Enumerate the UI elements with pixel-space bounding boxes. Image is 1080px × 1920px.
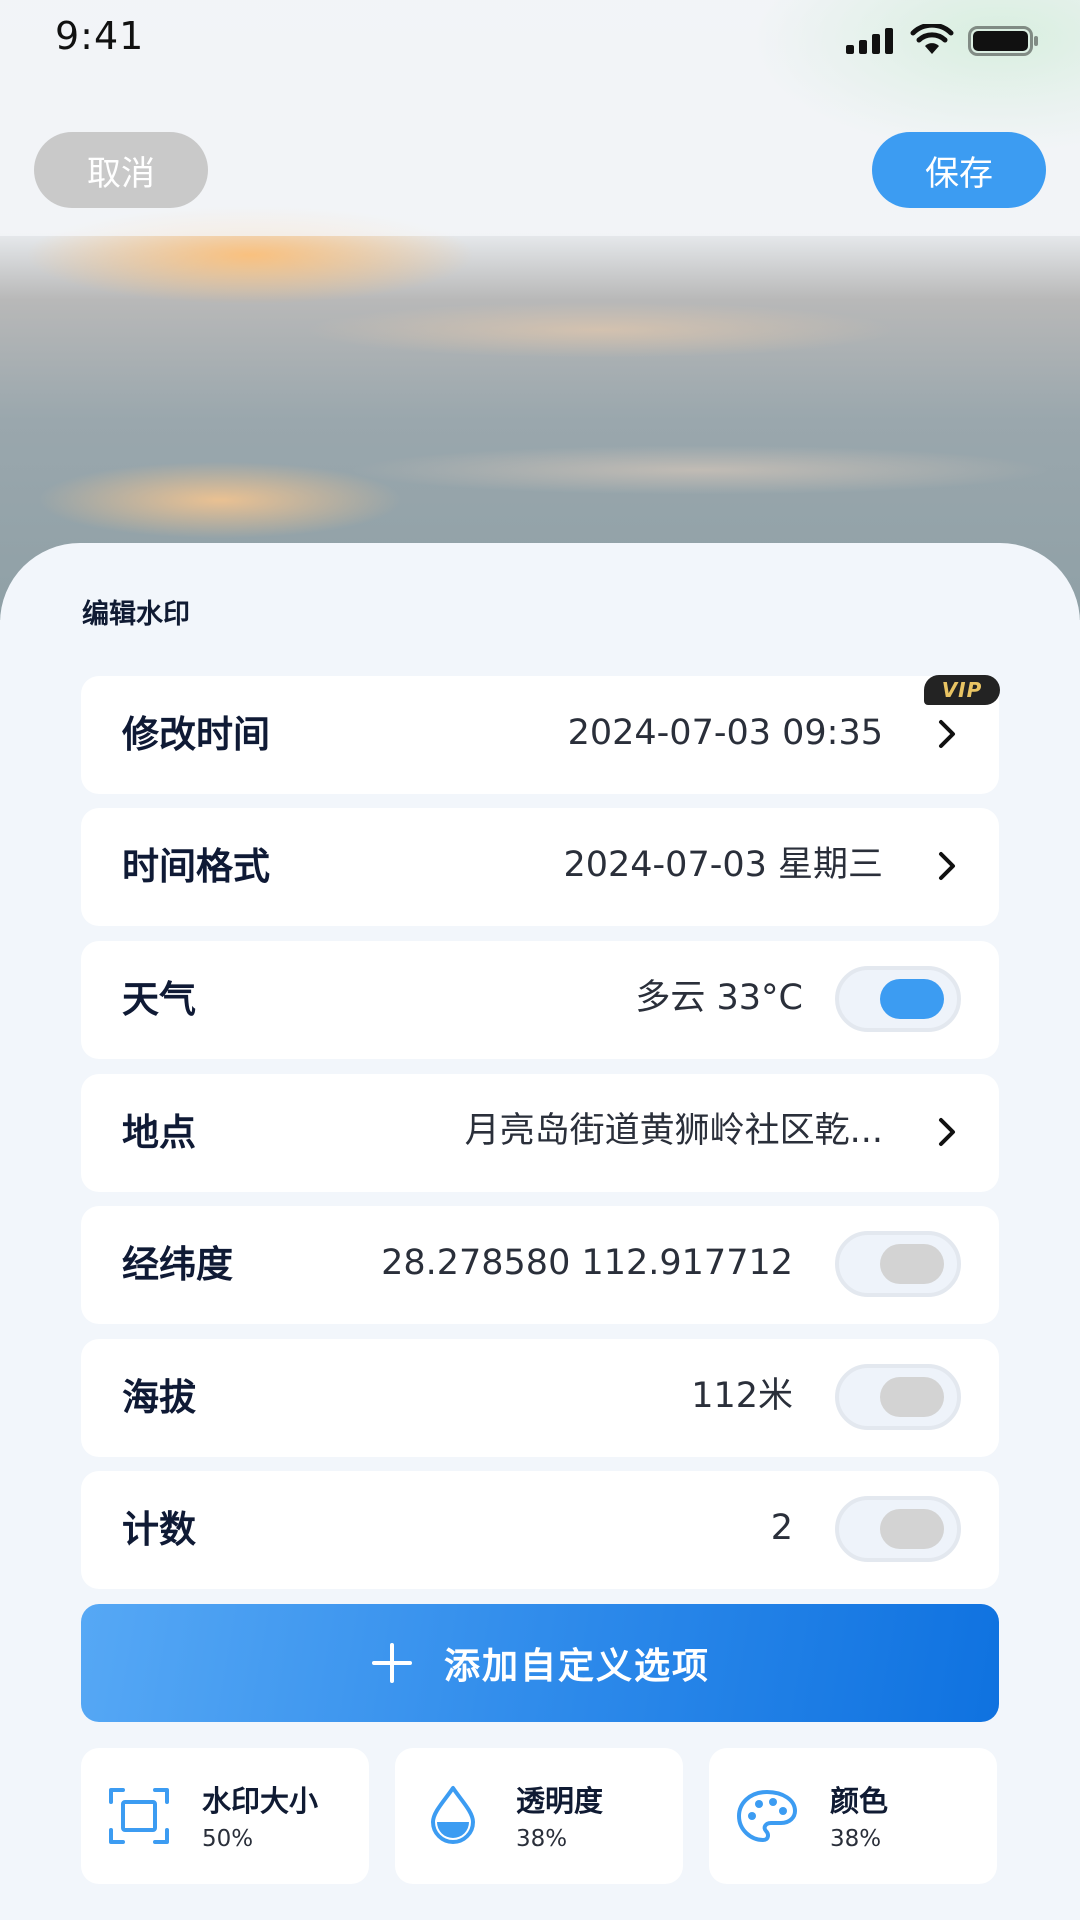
row-label: 地点	[122, 1111, 196, 1154]
battery-icon	[968, 26, 1038, 56]
row-label: 天气	[122, 978, 196, 1021]
row-label: 计数	[122, 1508, 196, 1551]
card-value: 38%	[830, 1826, 882, 1852]
card-opacity[interactable]: 透明度 38%	[395, 1748, 683, 1884]
count-toggle[interactable]	[835, 1496, 961, 1562]
wifi-icon	[910, 24, 954, 54]
add-custom-option-button[interactable]: 添加自定义选项	[81, 1604, 999, 1722]
toggle-knob	[880, 1244, 944, 1284]
row-value: 多云 33°C	[635, 978, 803, 1018]
row-coordinates: 经纬度 28.278580 112.917712	[81, 1206, 999, 1324]
row-altitude: 海拔 112米	[81, 1339, 999, 1457]
toggle-knob	[880, 1377, 944, 1417]
vip-badge: VIP	[924, 675, 1000, 705]
row-label: 经纬度	[122, 1243, 233, 1286]
row-weather: 天气 多云 33°C	[81, 941, 999, 1059]
card-watermark-size[interactable]: 水印大小 50%	[81, 1748, 369, 1884]
cancel-button-label: 取消	[87, 153, 155, 194]
toggle-knob	[880, 979, 944, 1019]
row-value: 月亮岛街道黄狮岭社区乾...	[464, 1111, 883, 1151]
chevron-right-icon	[939, 720, 955, 748]
row-label: 时间格式	[122, 845, 270, 888]
save-button[interactable]: 保存	[872, 132, 1046, 208]
row-modify-time[interactable]: 修改时间 2024-07-03 09:35	[81, 676, 999, 794]
water-drop-icon	[431, 1786, 475, 1844]
chevron-right-icon	[939, 1118, 955, 1146]
row-label: 海拔	[122, 1376, 196, 1419]
palette-icon	[737, 1790, 797, 1842]
row-count: 计数 2	[81, 1471, 999, 1589]
plus-icon	[371, 1643, 412, 1683]
altitude-toggle[interactable]	[835, 1364, 961, 1430]
toggle-knob	[880, 1509, 944, 1549]
row-value: 2	[770, 1508, 793, 1548]
signal-icon	[846, 28, 893, 54]
card-color[interactable]: 颜色 38%	[709, 1748, 997, 1884]
row-value: 112米	[691, 1376, 793, 1416]
chevron-right-icon	[939, 852, 955, 880]
sheet-title: 编辑水印	[82, 599, 190, 630]
weather-toggle[interactable]	[835, 966, 961, 1032]
coordinates-toggle[interactable]	[835, 1231, 961, 1297]
card-value: 50%	[202, 1826, 254, 1852]
row-time-format[interactable]: 时间格式 2024-07-03 星期三	[81, 808, 999, 926]
card-value: 38%	[516, 1826, 568, 1852]
card-title: 透明度	[516, 1784, 604, 1818]
save-button-label: 保存	[925, 153, 993, 194]
row-value: 28.278580 112.917712	[381, 1243, 793, 1283]
card-title: 颜色	[830, 1784, 889, 1818]
status-bar: 9:41	[0, 0, 1080, 80]
row-value: 2024-07-03 09:35	[567, 713, 883, 753]
row-location[interactable]: 地点 月亮岛街道黄狮岭社区乾...	[81, 1074, 999, 1192]
row-label: 修改时间	[122, 713, 270, 756]
status-time: 9:41	[55, 14, 145, 58]
resize-frame-icon	[109, 1788, 169, 1844]
cancel-button[interactable]: 取消	[34, 132, 208, 208]
card-title: 水印大小	[202, 1784, 319, 1818]
row-value: 2024-07-03 星期三	[563, 845, 883, 885]
add-custom-option-label: 添加自定义选项	[443, 1646, 710, 1687]
